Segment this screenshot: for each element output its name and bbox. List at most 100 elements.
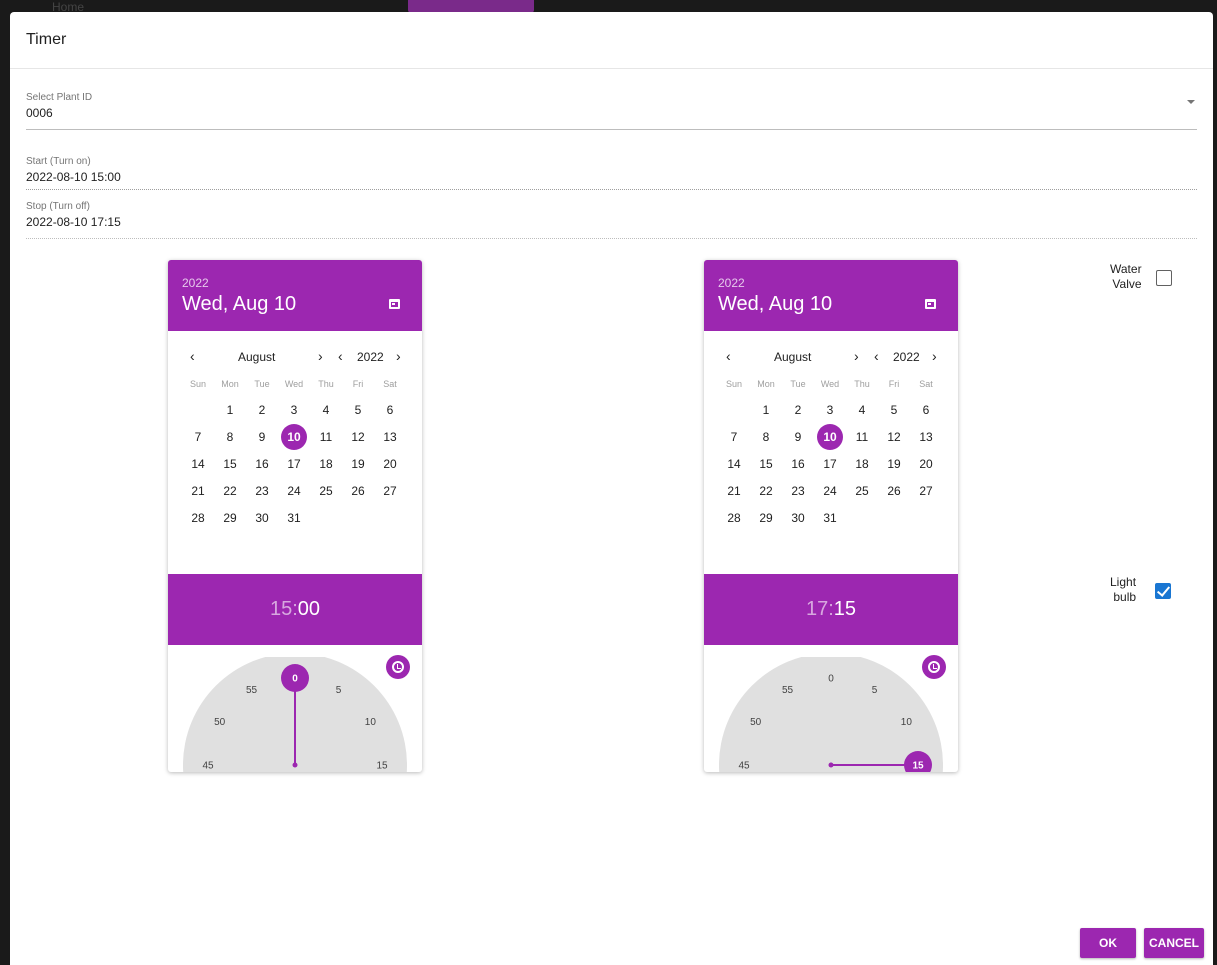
day-cell[interactable]: 31 <box>278 504 310 531</box>
day-cell[interactable]: 15 <box>214 450 246 477</box>
day-cell[interactable]: 12 <box>342 423 374 450</box>
day-cell[interactable]: 3 <box>814 396 846 423</box>
minute-label[interactable]: 15 <box>912 761 924 772</box>
day-cell[interactable]: 16 <box>246 450 278 477</box>
day-cell[interactable]: 17 <box>278 450 310 477</box>
time-hours[interactable]: 17 <box>806 598 828 621</box>
day-cell[interactable]: 10 <box>814 423 846 450</box>
start-time-field[interactable]: Start (Turn on) 2022-08-10 15:00 <box>26 156 1197 190</box>
day-cell[interactable]: 29 <box>214 504 246 531</box>
day-cell[interactable]: 30 <box>246 504 278 531</box>
day-cell[interactable]: 11 <box>846 423 878 450</box>
day-cell[interactable]: 9 <box>246 423 278 450</box>
day-cell[interactable]: 19 <box>878 450 910 477</box>
day-cell[interactable]: 8 <box>214 423 246 450</box>
dropdown-arrow-icon[interactable] <box>1187 100 1195 104</box>
day-cell[interactable]: 21 <box>718 477 750 504</box>
day-cell[interactable]: 31 <box>814 504 846 531</box>
day-cell[interactable]: 14 <box>718 450 750 477</box>
day-cell[interactable]: 5 <box>342 396 374 423</box>
day-cell[interactable]: 18 <box>310 450 342 477</box>
day-cell[interactable]: 29 <box>750 504 782 531</box>
day-cell[interactable]: 19 <box>342 450 374 477</box>
minute-label[interactable]: 0 <box>828 674 834 685</box>
day-cell[interactable]: 12 <box>878 423 910 450</box>
day-cell[interactable]: 17 <box>814 450 846 477</box>
day-cell[interactable]: 18 <box>846 450 878 477</box>
day-cell[interactable]: 20 <box>910 450 942 477</box>
day-cell[interactable]: 28 <box>182 504 214 531</box>
time-hours[interactable]: 15 <box>270 598 292 621</box>
calendar-icon[interactable] <box>925 299 936 309</box>
day-cell[interactable]: 11 <box>310 423 342 450</box>
day-cell[interactable]: 16 <box>782 450 814 477</box>
stop-time-field[interactable]: Stop (Turn off) 2022-08-10 17:15 <box>26 201 1197 239</box>
prev-year-icon[interactable]: ‹ <box>338 348 343 364</box>
minute-label[interactable]: 0 <box>292 674 298 685</box>
day-cell[interactable]: 15 <box>750 450 782 477</box>
time-minutes[interactable]: 15 <box>834 598 856 621</box>
day-cell[interactable]: 2 <box>246 396 278 423</box>
light-bulb-checkbox[interactable] <box>1155 583 1171 599</box>
day-cell[interactable]: 9 <box>782 423 814 450</box>
day-cell[interactable]: 10 <box>278 423 310 450</box>
next-year-icon[interactable]: › <box>396 348 401 364</box>
next-month-icon[interactable]: › <box>854 348 859 364</box>
day-cell[interactable]: 4 <box>846 396 878 423</box>
day-cell[interactable]: 27 <box>374 477 406 504</box>
minute-label[interactable]: 10 <box>365 717 377 728</box>
day-cell[interactable]: 3 <box>278 396 310 423</box>
plant-id-select[interactable]: Select Plant ID 0006 <box>26 92 1197 130</box>
prev-month-icon[interactable]: ‹ <box>726 348 731 364</box>
day-cell[interactable]: 23 <box>246 477 278 504</box>
time-minutes[interactable]: 00 <box>298 598 320 621</box>
day-cell[interactable]: 26 <box>878 477 910 504</box>
day-cell[interactable]: 22 <box>214 477 246 504</box>
prev-year-icon[interactable]: ‹ <box>874 348 879 364</box>
day-cell[interactable]: 22 <box>750 477 782 504</box>
day-cell[interactable]: 25 <box>310 477 342 504</box>
minute-label[interactable]: 50 <box>214 717 226 728</box>
day-cell[interactable]: 14 <box>182 450 214 477</box>
day-cell[interactable]: 26 <box>342 477 374 504</box>
minute-label[interactable]: 50 <box>750 717 762 728</box>
day-cell[interactable]: 7 <box>182 423 214 450</box>
cancel-button[interactable]: CANCEL <box>1144 928 1204 958</box>
day-cell[interactable]: 28 <box>718 504 750 531</box>
minute-label[interactable]: 45 <box>738 761 750 772</box>
water-valve-checkbox[interactable] <box>1156 270 1172 286</box>
day-cell[interactable]: 24 <box>278 477 310 504</box>
minute-label[interactable]: 45 <box>202 761 214 772</box>
minute-label[interactable]: 5 <box>336 685 342 696</box>
header-year[interactable]: 2022 <box>182 276 209 290</box>
day-cell[interactable]: 2 <box>782 396 814 423</box>
header-year[interactable]: 2022 <box>718 276 745 290</box>
day-cell[interactable]: 4 <box>310 396 342 423</box>
day-cell[interactable]: 6 <box>374 396 406 423</box>
day-cell[interactable]: 8 <box>750 423 782 450</box>
day-cell[interactable]: 24 <box>814 477 846 504</box>
minute-dial[interactable]: 0510152025303540455055 <box>182 657 408 772</box>
day-cell[interactable]: 25 <box>846 477 878 504</box>
day-cell[interactable]: 21 <box>182 477 214 504</box>
day-cell[interactable]: 20 <box>374 450 406 477</box>
next-month-icon[interactable]: › <box>318 348 323 364</box>
minute-label[interactable]: 15 <box>376 761 388 772</box>
day-cell[interactable]: 27 <box>910 477 942 504</box>
minute-label[interactable]: 55 <box>246 685 258 696</box>
minute-dial[interactable]: 0510152025303540455055 <box>718 657 944 772</box>
day-cell[interactable]: 5 <box>878 396 910 423</box>
day-cell[interactable]: 13 <box>910 423 942 450</box>
prev-month-icon[interactable]: ‹ <box>190 348 195 364</box>
day-cell[interactable]: 7 <box>718 423 750 450</box>
day-cell[interactable]: 1 <box>214 396 246 423</box>
minute-label[interactable]: 5 <box>872 685 878 696</box>
minute-label[interactable]: 55 <box>782 685 794 696</box>
day-cell[interactable]: 1 <box>750 396 782 423</box>
calendar-icon[interactable] <box>389 299 400 309</box>
day-cell[interactable]: 23 <box>782 477 814 504</box>
minute-label[interactable]: 10 <box>901 717 913 728</box>
day-cell[interactable]: 30 <box>782 504 814 531</box>
day-cell[interactable]: 6 <box>910 396 942 423</box>
ok-button[interactable]: OK <box>1080 928 1136 958</box>
